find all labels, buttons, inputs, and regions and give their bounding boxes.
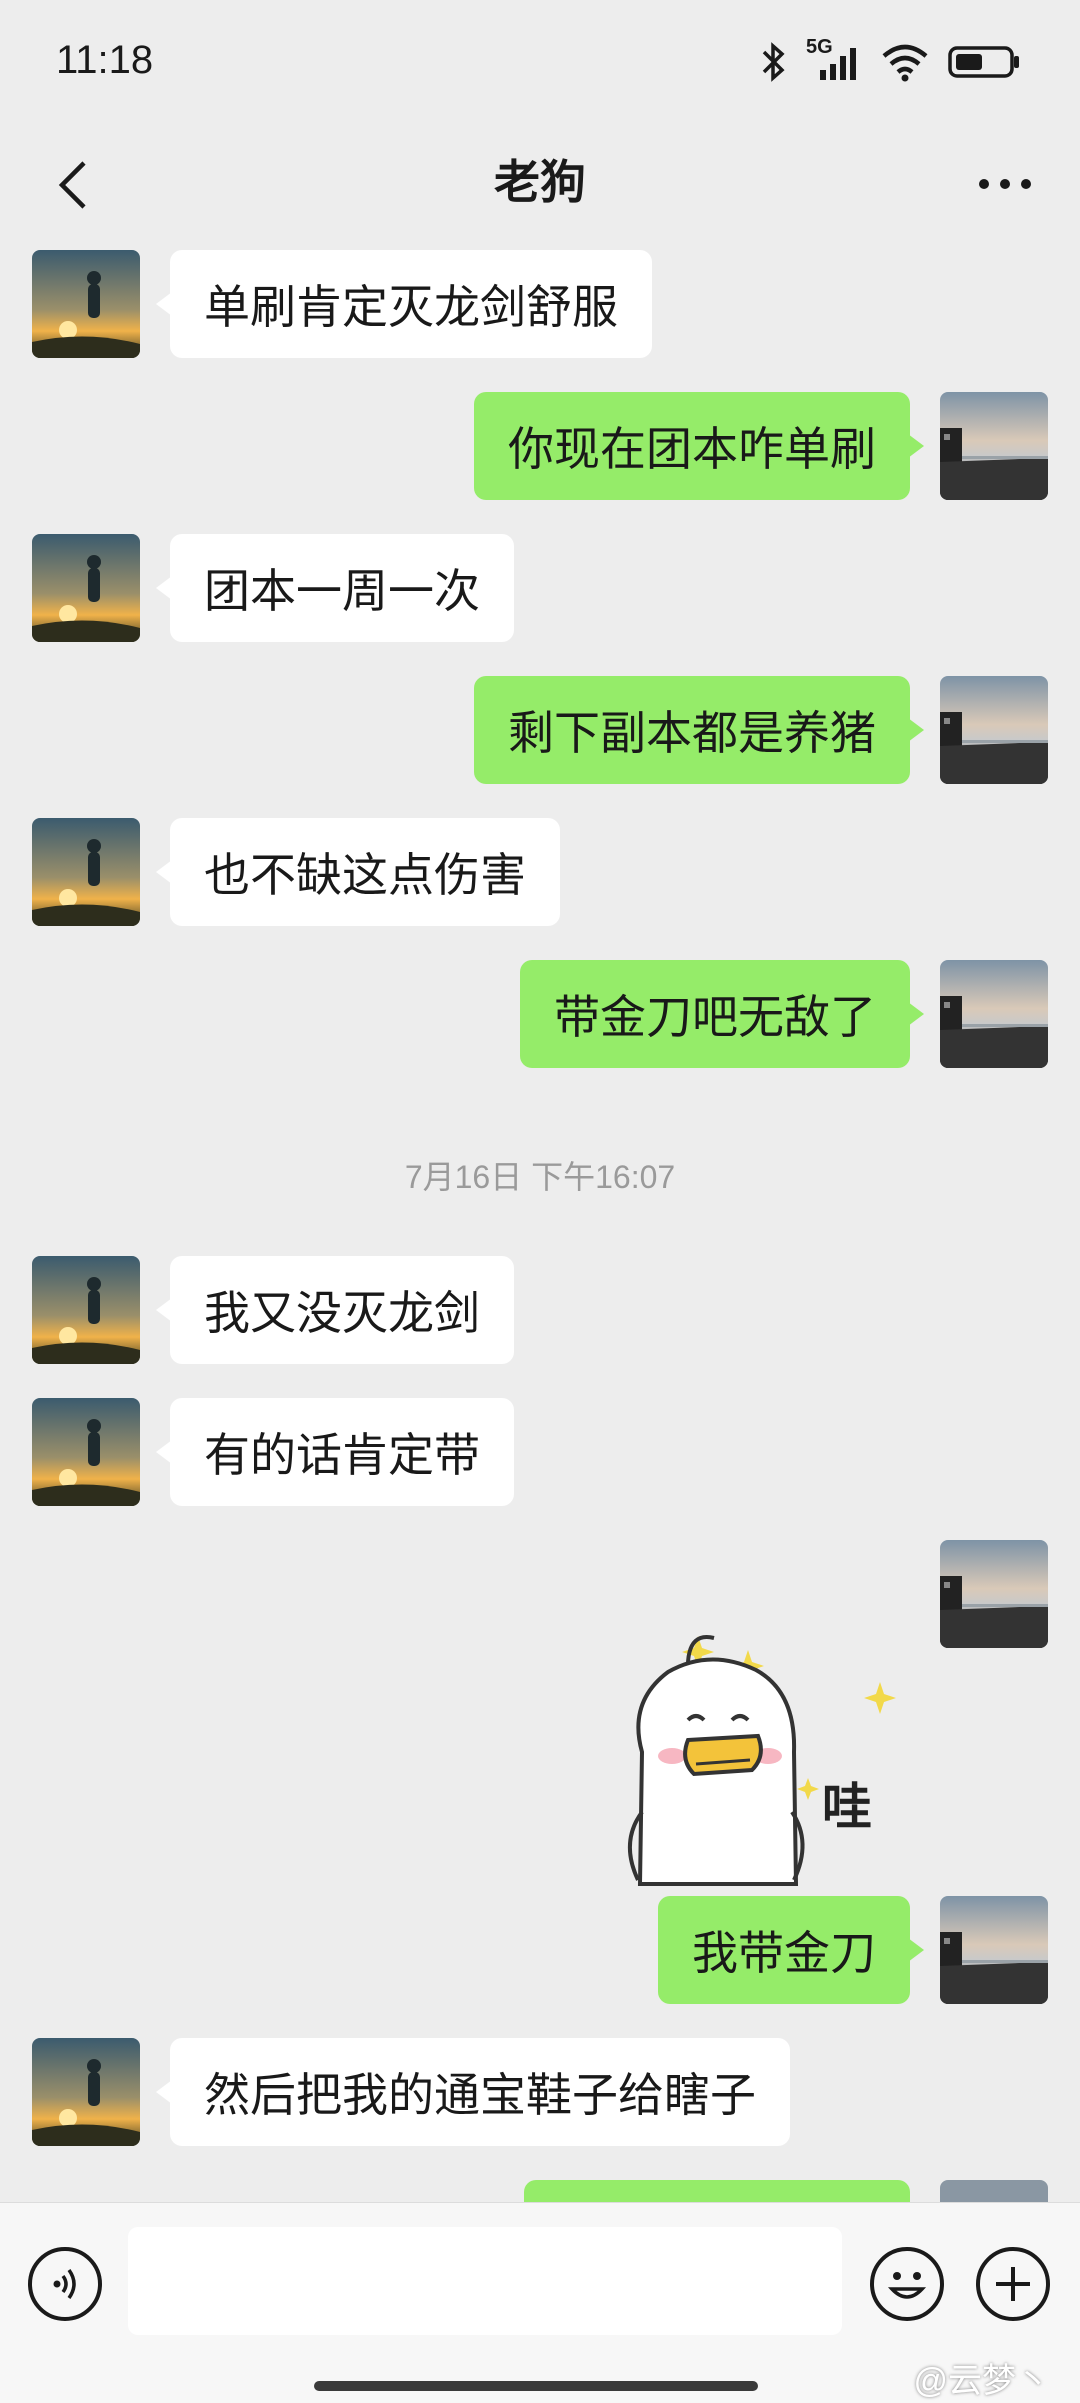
contact-avatar[interactable] — [32, 534, 140, 642]
cellular-signal-icon: 5G — [806, 36, 862, 84]
voice-input-button[interactable] — [28, 2247, 102, 2321]
user-avatar[interactable] — [940, 2180, 1048, 2202]
bluetooth-icon — [762, 42, 785, 82]
status-bar: 11:18 5G — [0, 0, 1080, 130]
contact-avatar[interactable] — [32, 1256, 140, 1364]
sticker-caption: 哇 — [822, 1778, 872, 1836]
more-functions-button[interactable] — [976, 2247, 1050, 2321]
sticker-message[interactable]: 哇 — [580, 1592, 910, 1892]
message-input-bar: @云梦丶 — [0, 2202, 1080, 2403]
received-message-bubble[interactable]: 然后把我的通宝鞋子给瞎子 — [156, 2038, 790, 2146]
sent-message-bubble[interactable]: 带金刀吧无敌了 — [520, 960, 924, 1068]
contact-avatar[interactable] — [32, 2038, 140, 2146]
emoji-button[interactable] — [870, 2247, 944, 2321]
user-avatar[interactable] — [940, 676, 1048, 784]
chat-title: 老狗 — [494, 156, 586, 208]
wifi-icon — [882, 44, 928, 82]
received-message-bubble[interactable]: 团本一周一次 — [156, 534, 514, 642]
sparkle-icon — [864, 1682, 896, 1714]
voice-wave-icon — [53, 2268, 76, 2300]
user-avatar[interactable] — [940, 960, 1048, 1068]
user-avatar[interactable] — [940, 392, 1048, 500]
received-message-bubble[interactable]: 有的话肯定带 — [156, 1398, 514, 1506]
plus-icon — [996, 2267, 1030, 2301]
watermark: @云梦丶 — [913, 2362, 1050, 2400]
received-message-bubble[interactable]: 我又没灭龙剑 — [156, 1256, 514, 1364]
user-avatar[interactable] — [940, 1540, 1048, 1648]
contact-avatar[interactable] — [32, 818, 140, 926]
more-options-button[interactable] — [970, 154, 1040, 214]
contact-avatar[interactable] — [32, 250, 140, 358]
user-avatar[interactable] — [940, 1896, 1048, 2004]
home-indicator[interactable] — [314, 2381, 758, 2391]
battery-icon — [948, 46, 1019, 78]
status-icons: 5G — [758, 36, 1020, 84]
sent-message-bubble[interactable]: 我带金刀 — [658, 1896, 924, 2004]
status-time: 11:18 — [56, 38, 154, 82]
message-text-input[interactable] — [128, 2227, 842, 2335]
smiley-face-icon — [887, 2272, 927, 2299]
sparkle-icon — [797, 1778, 819, 1800]
message-timestamp: 7月16日 下午16:07 — [404, 1159, 676, 1195]
sent-message-bubble-partial[interactable] — [524, 2180, 910, 2202]
chat-message-list[interactable]: 单刷肯定灭龙剑舒服 你现在团本咋单刷 团本一周一次 剩下副本都是养猪 也不缺这点… — [0, 240, 1080, 2202]
sent-message-bubble[interactable]: 剩下副本都是养猪 — [474, 676, 924, 784]
chat-header: 老狗 — [0, 130, 1080, 240]
sent-message-bubble[interactable]: 你现在团本咋单刷 — [474, 392, 924, 500]
received-message-bubble[interactable]: 也不缺这点伤害 — [156, 818, 560, 926]
more-dots-icon — [979, 179, 1031, 189]
contact-avatar[interactable] — [32, 1398, 140, 1506]
received-message-bubble[interactable]: 单刷肯定灭龙剑舒服 — [156, 250, 652, 358]
